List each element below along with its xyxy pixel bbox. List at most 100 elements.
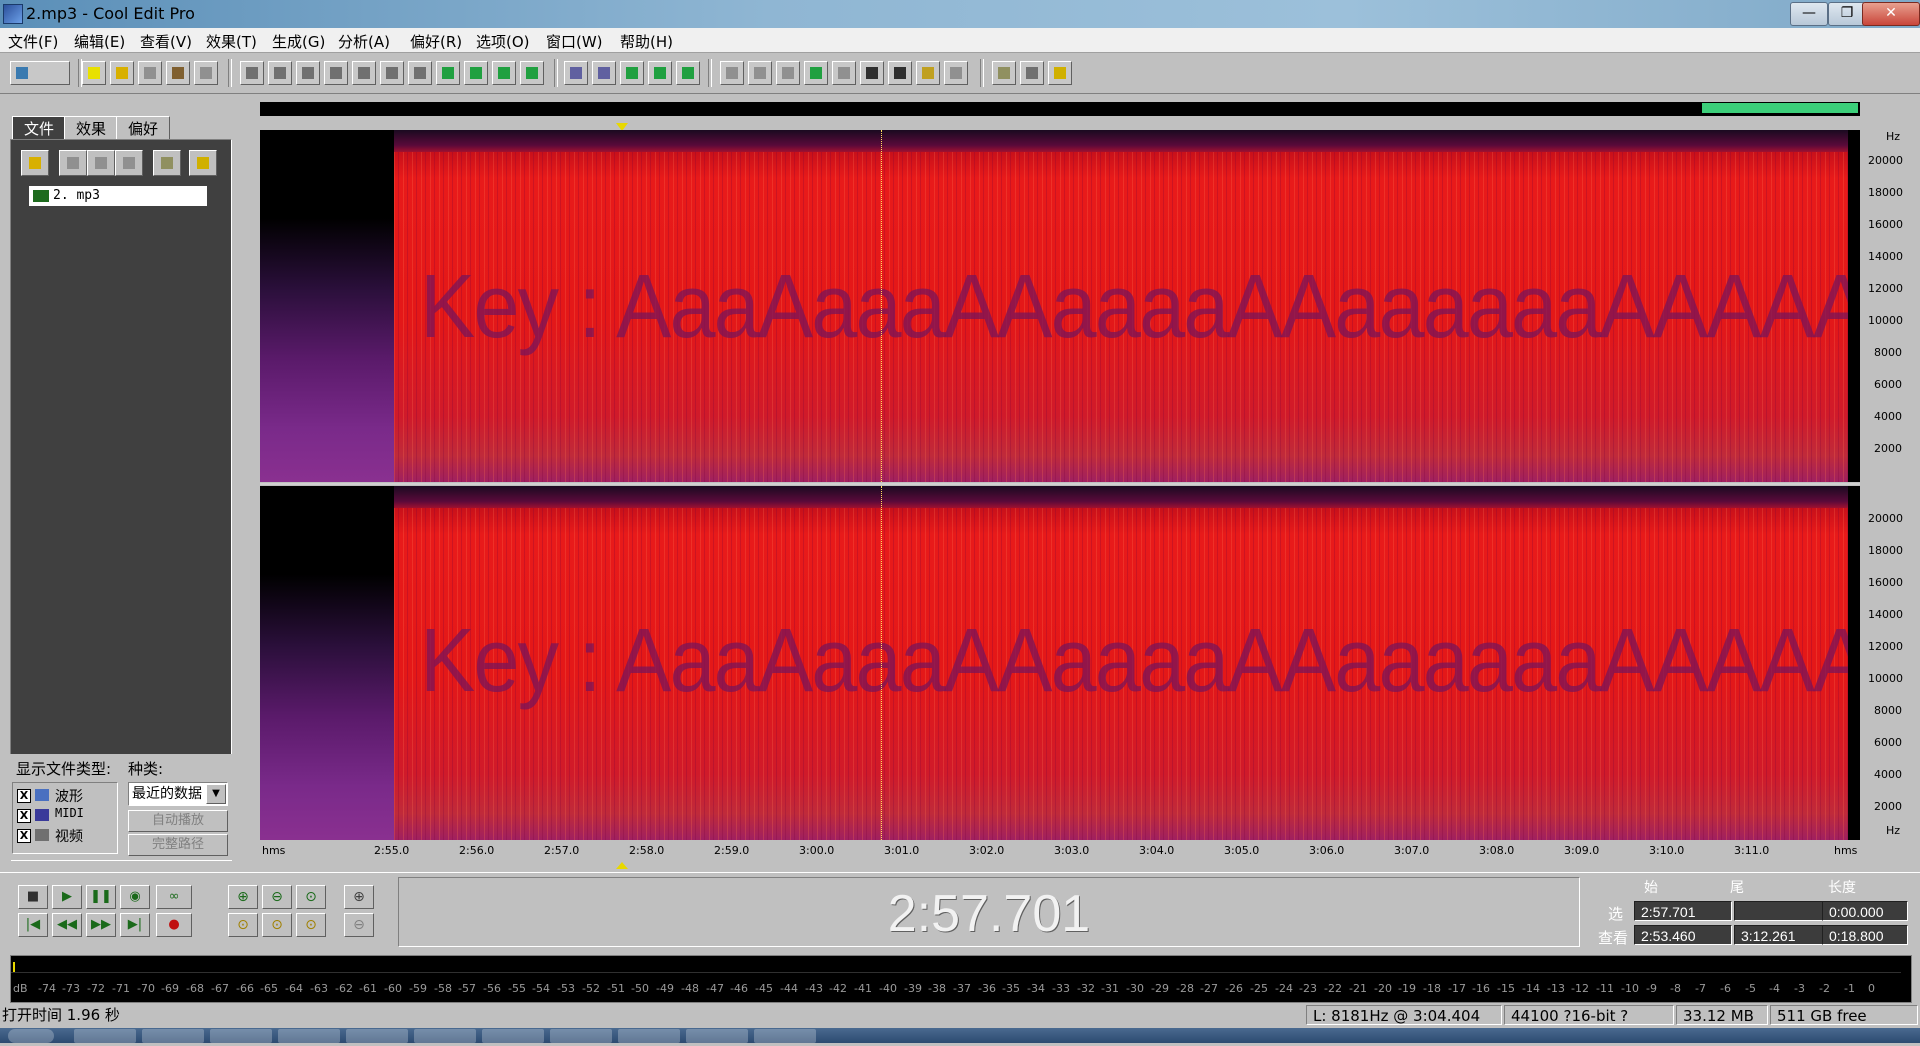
help-icon[interactable] bbox=[189, 150, 217, 176]
new-file-icon[interactable] bbox=[82, 61, 106, 85]
redo-icon[interactable] bbox=[268, 61, 292, 85]
playback-cursor[interactable] bbox=[881, 130, 882, 482]
delete-silence-icon[interactable] bbox=[520, 61, 544, 85]
zoom-out-icon[interactable]: ⊖ bbox=[262, 885, 292, 909]
zoom-in-icon[interactable]: ⊕ bbox=[228, 885, 258, 909]
cut-icon[interactable] bbox=[380, 61, 404, 85]
playhead-marker-bottom[interactable] bbox=[616, 862, 628, 869]
close-file-icon[interactable] bbox=[194, 61, 218, 85]
taskbar-item[interactable] bbox=[754, 1029, 816, 1043]
save-as-icon[interactable] bbox=[166, 61, 190, 85]
midi-checkbox[interactable]: X bbox=[17, 809, 31, 823]
zoom-selection-icon[interactable]: ⊙ bbox=[296, 913, 326, 937]
time-ruler[interactable]: hms 2:55.0 2:56.0 2:57.0 2:58.0 2:59.0 3… bbox=[260, 840, 1860, 862]
view-end-field[interactable]: 3:12.261 bbox=[1734, 925, 1832, 945]
start-button[interactable] bbox=[8, 1029, 54, 1043]
menu-effects[interactable]: 效果(T) bbox=[206, 31, 257, 52]
chevron-down-icon[interactable]: ▼ bbox=[206, 784, 226, 804]
play-to-end-button[interactable]: ◉ bbox=[120, 885, 150, 909]
waveform-view-icon[interactable] bbox=[564, 61, 588, 85]
zoom-to-right-icon[interactable]: ⊙ bbox=[262, 913, 292, 937]
close-file-icon[interactable] bbox=[59, 150, 87, 176]
taskbar-item[interactable] bbox=[618, 1029, 680, 1043]
zoom-to-left-icon[interactable]: ⊙ bbox=[228, 913, 258, 937]
info-icon[interactable] bbox=[776, 61, 800, 85]
snap-cue-icon[interactable] bbox=[648, 61, 672, 85]
stop-button[interactable]: ■ bbox=[18, 885, 48, 909]
playlist-icon[interactable] bbox=[748, 61, 772, 85]
menu-analyze[interactable]: 分析(A) bbox=[338, 31, 390, 52]
taskbar-item[interactable] bbox=[346, 1029, 408, 1043]
minimize-button[interactable]: — bbox=[1790, 2, 1828, 26]
selection-begin-field[interactable]: 2:57.701 bbox=[1634, 901, 1732, 921]
trim-icon[interactable] bbox=[492, 61, 516, 85]
fast-forward-button[interactable]: ▶▶ bbox=[86, 913, 116, 937]
full-path-button[interactable]: 完整路径 bbox=[128, 834, 228, 856]
scripts-icon[interactable] bbox=[1020, 61, 1044, 85]
open-folder-icon[interactable] bbox=[110, 61, 134, 85]
taskbar-item[interactable] bbox=[686, 1029, 748, 1043]
auto-play-button[interactable]: 自动播放 bbox=[128, 810, 228, 832]
overview-visible-range[interactable] bbox=[1702, 103, 1858, 113]
spectrogram-right-channel[interactable]: Key : AaaAaaaAAaaaaAAaaaaaaAAAAAaaaaaaa! bbox=[260, 486, 1860, 840]
frequency-analysis-icon[interactable] bbox=[916, 61, 940, 85]
copy-icon[interactable] bbox=[324, 61, 348, 85]
repeat-icon[interactable] bbox=[296, 61, 320, 85]
rewind-button[interactable]: ◀◀ bbox=[52, 913, 82, 937]
undo-icon[interactable] bbox=[240, 61, 264, 85]
open-file-icon[interactable] bbox=[21, 150, 49, 176]
file-settings-icon[interactable] bbox=[153, 150, 181, 176]
taskbar-item[interactable] bbox=[278, 1029, 340, 1043]
snap-zero-icon[interactable] bbox=[676, 61, 700, 85]
menu-help[interactable]: 帮助(H) bbox=[620, 31, 673, 52]
maximize-button[interactable]: ❐ bbox=[1828, 2, 1866, 26]
settings-icon[interactable] bbox=[992, 61, 1016, 85]
status-bar-icon[interactable] bbox=[944, 61, 968, 85]
multitrack-toggle-button[interactable] bbox=[10, 61, 70, 85]
menu-generate[interactable]: 生成(G) bbox=[272, 31, 325, 52]
playback-cursor[interactable] bbox=[881, 486, 882, 840]
paste-new-icon[interactable] bbox=[436, 61, 460, 85]
zoom-view-icon[interactable] bbox=[832, 61, 856, 85]
loop-button[interactable]: ∞ bbox=[156, 885, 192, 909]
play-button[interactable]: ▶ bbox=[52, 885, 82, 909]
insert-multitrack-icon[interactable] bbox=[87, 150, 115, 176]
overview-bar[interactable] bbox=[260, 102, 1860, 116]
spectrogram-left-channel[interactable]: Key : AaaAaaaAAaaaaAAaaaaaaAAAAAaaaaaaa! bbox=[260, 130, 1860, 482]
menu-window[interactable]: 窗口(W) bbox=[546, 31, 603, 52]
kind-select[interactable]: 最近的数据 ▼ bbox=[128, 782, 228, 806]
paste-icon[interactable] bbox=[408, 61, 432, 85]
view-begin-field[interactable]: 2:53.460 bbox=[1634, 925, 1732, 945]
mix-paste-icon[interactable] bbox=[464, 61, 488, 85]
view-length-field[interactable]: 0:18.800 bbox=[1822, 925, 1908, 945]
zoom-vertical-out-icon[interactable]: ⊖ bbox=[344, 913, 374, 937]
go-to-start-button[interactable]: |◀ bbox=[18, 913, 48, 937]
record-button[interactable]: ● bbox=[156, 913, 192, 937]
waveform-checkbox[interactable]: X bbox=[17, 789, 31, 803]
go-to-end-button[interactable]: ▶| bbox=[120, 913, 150, 937]
taskbar-item[interactable] bbox=[74, 1029, 136, 1043]
cue-list-icon[interactable] bbox=[720, 61, 744, 85]
copy-new-icon[interactable] bbox=[352, 61, 376, 85]
taskbar-item[interactable] bbox=[142, 1029, 204, 1043]
menu-options[interactable]: 选项(O) bbox=[476, 31, 530, 52]
close-button[interactable]: ✕ bbox=[1862, 2, 1920, 26]
menu-favorites[interactable]: 偏好(R) bbox=[410, 31, 462, 52]
edit-file-icon[interactable] bbox=[115, 150, 143, 176]
taskbar-item[interactable] bbox=[550, 1029, 612, 1043]
time-display-icon[interactable] bbox=[860, 61, 884, 85]
help-icon[interactable] bbox=[1048, 61, 1072, 85]
video-checkbox[interactable]: X bbox=[17, 829, 31, 843]
file-list-item[interactable]: 2. mp3 bbox=[29, 186, 207, 206]
taskbar-item[interactable] bbox=[414, 1029, 476, 1043]
pause-button[interactable]: ❚❚ bbox=[86, 885, 116, 909]
snap-ruler-icon[interactable] bbox=[620, 61, 644, 85]
taskbar-item[interactable] bbox=[482, 1029, 544, 1043]
play-region-icon[interactable] bbox=[804, 61, 828, 85]
selection-end-field[interactable] bbox=[1734, 901, 1832, 921]
menu-file[interactable]: 文件(F) bbox=[8, 31, 58, 52]
menu-edit[interactable]: 编辑(E) bbox=[74, 31, 125, 52]
spectral-view-icon[interactable] bbox=[592, 61, 616, 85]
zoom-full-icon[interactable]: ⊙ bbox=[296, 885, 326, 909]
zoom-vertical-in-icon[interactable]: ⊕ bbox=[344, 885, 374, 909]
